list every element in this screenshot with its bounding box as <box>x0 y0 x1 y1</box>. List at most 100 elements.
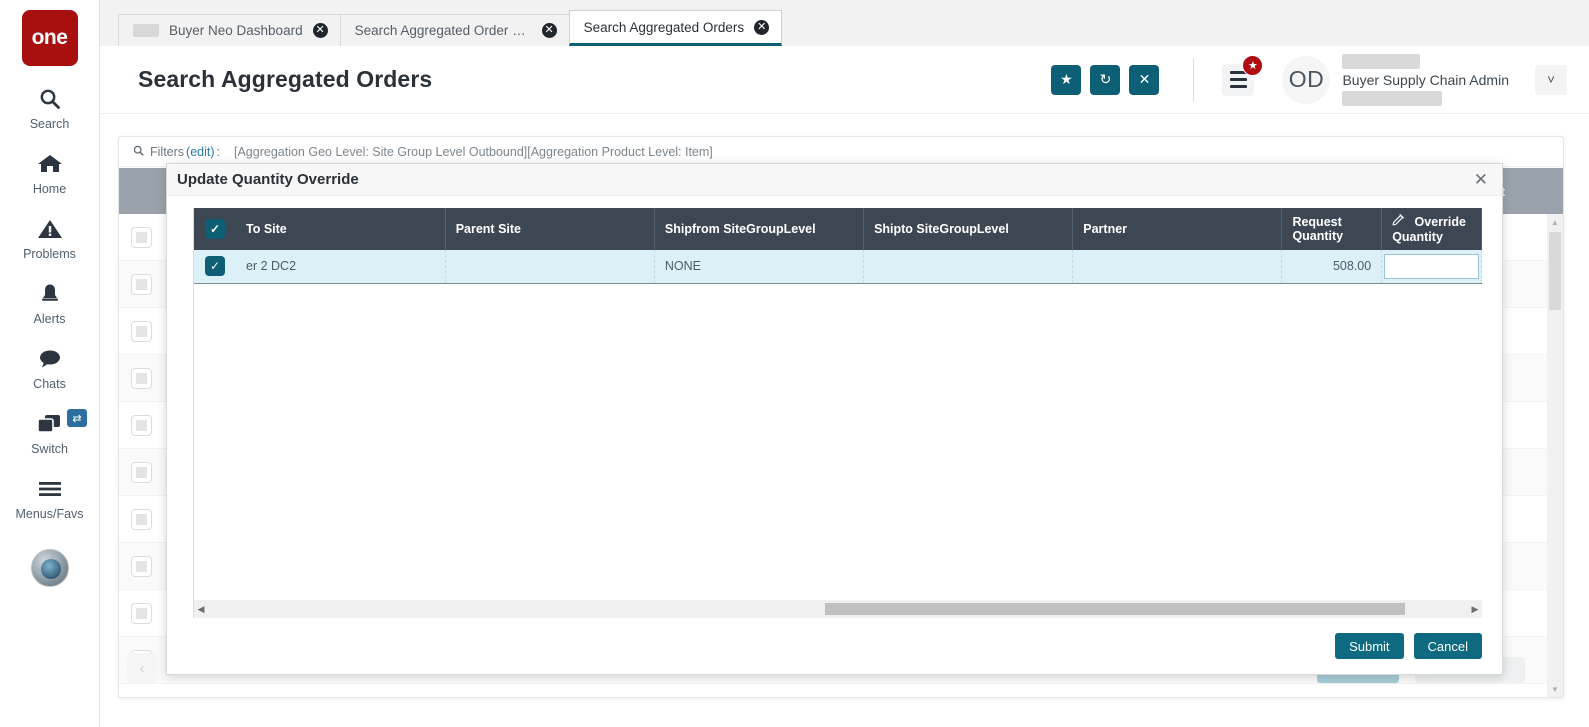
sidebar-item-chats[interactable]: Chats <box>0 344 99 391</box>
tab-buyer-neo-dashboard[interactable]: Buyer Neo Dashboard ✕ <box>118 14 341 46</box>
sidebar-item-label: Alerts <box>33 312 66 326</box>
tab-search-aggregated-order-user-o[interactable]: Search Aggregated Order User O... ✕ <box>339 14 570 46</box>
user-org-redacted <box>1342 90 1443 106</box>
sidebar-item-home[interactable]: Home <box>0 149 99 196</box>
header-actions: ★ ↻ ✕ ★ OD Buyer Supply Chain Admin ˅ <box>1042 53 1589 106</box>
filters-label: Filters <box>150 144 185 159</box>
grid-empty-area <box>194 284 1482 596</box>
close-icon[interactable]: ✕ <box>312 23 328 38</box>
user-info: Buyer Supply Chain Admin <box>1342 53 1509 106</box>
row-checkbox[interactable] <box>131 414 152 436</box>
header-divider <box>1193 57 1195 102</box>
row-checkbox[interactable] <box>131 602 152 624</box>
left-nav-rail: one Search Home Problems Alerts Chats ⇄ … <box>0 0 100 727</box>
row-select-cell: ✓ <box>194 250 236 284</box>
row-checkbox[interactable] <box>131 508 152 530</box>
favorite-button[interactable]: ★ <box>1051 64 1082 95</box>
rail-user-avatar[interactable] <box>30 549 69 587</box>
override-grid-wrapper: ✓ To Site Parent Site Shipfrom SiteGroup… <box>193 208 1482 618</box>
select-all-header-cell: ✓ <box>194 208 236 250</box>
select-all-checkbox[interactable]: ✓ <box>205 219 225 239</box>
vertical-scrollbar[interactable]: ▲ ▼ <box>1547 214 1563 697</box>
app-logo[interactable]: one <box>21 10 78 66</box>
column-header-shipto-sitegrouplevel[interactable]: Shipto SiteGroupLevel <box>863 208 1074 250</box>
dialog-body: ✓ To Site Parent Site Shipfrom SiteGroup… <box>167 196 1502 618</box>
sidebar-item-label: Home <box>32 182 67 196</box>
column-header-shipfrom-sitegrouplevel[interactable]: Shipfrom SiteGroupLevel <box>654 208 865 250</box>
sidebar-item-switch[interactable]: ⇄ Switch <box>0 409 99 456</box>
horizontal-scrollbar-track[interactable] <box>208 603 1468 615</box>
row-checkbox[interactable] <box>131 226 152 248</box>
edit-pencil-icon <box>1392 214 1408 229</box>
user-name-redacted <box>1342 53 1421 69</box>
override-quantity-input[interactable] <box>1384 253 1479 279</box>
menu-star-badge-icon: ★ <box>1242 54 1264 76</box>
column-header-override-quantity[interactable]: Override Quantity <box>1381 208 1482 250</box>
sidebar-item-search[interactable]: Search <box>0 84 99 131</box>
column-header-to-site[interactable]: To Site <box>236 208 446 250</box>
sidebar-item-label: Switch <box>31 442 68 456</box>
warning-triangle-icon <box>37 214 63 244</box>
page-header: Search Aggregated Orders ★ ↻ ✕ ★ OD Buye… <box>100 46 1589 114</box>
table-header-row: ✓ To Site Parent Site Shipfrom SiteGroup… <box>194 208 1482 250</box>
close-icon[interactable]: ✕ <box>541 23 557 38</box>
row-checkbox[interactable] <box>131 320 152 342</box>
vertical-scrollbar-thumb[interactable] <box>1549 232 1561 310</box>
horizontal-scrollbar-thumb[interactable] <box>825 603 1405 615</box>
row-checkbox[interactable]: ✓ <box>205 256 225 277</box>
close-icon[interactable]: ✕ <box>1470 169 1492 190</box>
refresh-button[interactable]: ↻ <box>1090 64 1121 95</box>
menu-button[interactable]: ★ <box>1222 54 1264 96</box>
submit-button[interactable]: Submit <box>1335 633 1404 659</box>
sidebar-item-label: Menus/Favs <box>15 507 84 521</box>
cell-parent-site <box>445 250 655 284</box>
cell-shipto-sitegrouplevel <box>863 250 1074 284</box>
cell-shipfrom-sitegrouplevel: NONE <box>654 250 865 284</box>
scroll-right-arrow-icon[interactable]: ▶ <box>1468 604 1482 615</box>
dialog-footer: Submit Cancel <box>167 618 1502 674</box>
override-quantity-table: ✓ To Site Parent Site Shipfrom SiteGroup… <box>194 208 1482 284</box>
tab-label: Buyer Neo Dashboard <box>169 23 303 38</box>
dialog-header: Update Quantity Override ✕ <box>167 164 1502 196</box>
scroll-left-arrow-icon[interactable]: ◀ <box>194 604 208 615</box>
cancel-button[interactable]: Cancel <box>1413 633 1482 659</box>
filters-values: [Aggregation Geo Level: Site Group Level… <box>234 144 713 159</box>
sidebar-item-label: Problems <box>23 247 76 261</box>
switch-badge-icon[interactable]: ⇄ <box>67 409 87 427</box>
sidebar-item-problems[interactable]: Problems <box>0 214 99 261</box>
tab-label: Search Aggregated Orders <box>583 19 745 35</box>
column-header-request-quantity[interactable]: Request Quantity <box>1281 208 1383 250</box>
filters-colon: : <box>216 144 220 159</box>
filters-edit-link[interactable]: (edit) <box>186 145 214 159</box>
browser-tab-strip: Buyer Neo Dashboard ✕ Search Aggregated … <box>100 0 1589 46</box>
search-icon <box>38 84 62 114</box>
update-quantity-override-dialog: Update Quantity Override ✕ ✓ To Site Par… <box>166 163 1503 675</box>
tab-favicon-redacted <box>133 24 159 37</box>
chat-bubble-icon <box>37 344 63 374</box>
page-title: Search Aggregated Orders <box>138 66 433 92</box>
scroll-down-arrow-icon[interactable]: ▼ <box>1547 681 1563 697</box>
row-checkbox[interactable] <box>131 273 152 295</box>
sidebar-item-label: Search <box>29 117 70 131</box>
close-button[interactable]: ✕ <box>1129 64 1160 95</box>
sidebar-item-menus-favs[interactable]: Menus/Favs <box>0 474 99 521</box>
previous-page-chevron-left-icon[interactable]: ‹ <box>127 653 157 683</box>
row-checkbox[interactable] <box>131 461 152 483</box>
column-header-partner[interactable]: Partner <box>1072 208 1283 250</box>
horizontal-scrollbar[interactable]: ◀ ▶ <box>194 600 1482 618</box>
row-checkbox[interactable] <box>131 367 152 389</box>
cell-partner <box>1072 250 1283 284</box>
user-menu-chevron-down-icon[interactable]: ˅ <box>1535 64 1567 95</box>
row-checkbox[interactable] <box>131 555 152 577</box>
column-header-parent-site[interactable]: Parent Site <box>445 208 655 250</box>
tab-label: Search Aggregated Order User O... <box>354 23 532 38</box>
close-icon[interactable]: ✕ <box>754 19 770 35</box>
cell-request-quantity: 508.00 <box>1281 250 1383 284</box>
tab-search-aggregated-orders[interactable]: Search Aggregated Orders ✕ <box>568 10 783 46</box>
search-icon <box>133 145 144 159</box>
sidebar-item-alerts[interactable]: Alerts <box>0 279 99 326</box>
app-root: one Search Home Problems Alerts Chats ⇄ … <box>0 0 1589 727</box>
avatar[interactable]: OD <box>1282 55 1331 104</box>
scroll-up-arrow-icon[interactable]: ▲ <box>1547 214 1563 230</box>
table-row[interactable]: ✓ er 2 DC2 NONE 508.00 <box>194 250 1482 284</box>
